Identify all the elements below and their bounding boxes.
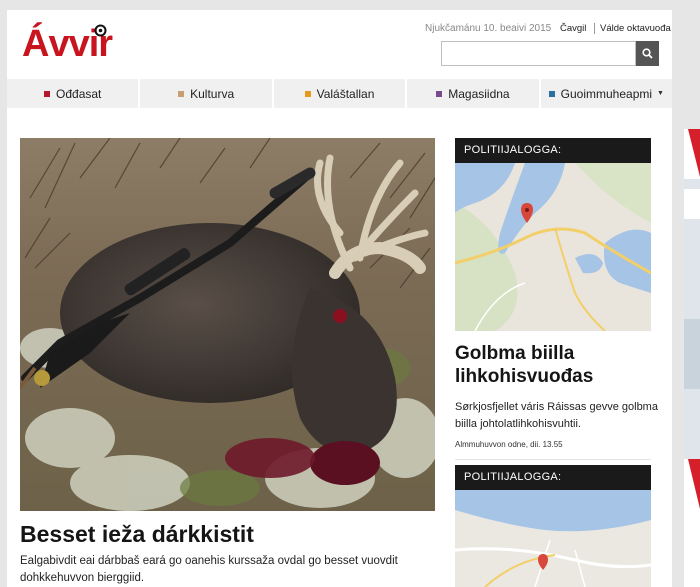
page: Ávvir Njukčamánu 10. beaivi 2015 Čavgil …	[7, 10, 672, 587]
nav-item-label: Guoimmuheapmi	[560, 86, 653, 101]
search-button[interactable]	[636, 41, 659, 66]
header-date: Njukčamánu 10. beaivi 2015	[425, 23, 552, 34]
nav-item-label: Kulturva	[190, 86, 235, 101]
chevron-down-icon: ▼	[657, 90, 664, 97]
nav-dot	[436, 90, 443, 97]
lead-story-summary: Ealgabivdit eai dárbbaš eará go oanehis …	[20, 555, 398, 584]
nav-dot	[304, 90, 311, 97]
nav-item-label: Magasiidna	[448, 86, 510, 101]
side-story-summary: Sørkjosfjellet váris Ráissas gevve golbm…	[455, 401, 658, 430]
search-icon	[642, 48, 653, 59]
side-story-title[interactable]: Golbma biilla lihkohisvuođas	[455, 342, 660, 388]
nav-item-sports[interactable]: Valáštallan	[274, 79, 408, 108]
nav-item-news[interactable]: Ođđasat	[7, 79, 141, 108]
lead-story-image[interactable]	[20, 138, 435, 511]
logo-mark-icon	[94, 24, 107, 37]
nav-dot	[548, 90, 555, 97]
lead-story-title[interactable]: Besset ieža dárkkistit	[20, 521, 254, 548]
side-story-category: POLITIIJALOGGA:	[455, 465, 651, 490]
nav-item-culture[interactable]: Kulturva	[140, 79, 274, 108]
ad-banner[interactable]	[684, 129, 700, 587]
moose-photo	[20, 138, 435, 511]
nav-item-magazine[interactable]: Magasiidna	[407, 79, 541, 108]
nav-item-entertainment[interactable]: Guoimmuheapmi ▼	[541, 79, 672, 108]
nav-item-label: Ođđasat	[56, 86, 102, 101]
subscribe-link[interactable]: Čavgil	[560, 23, 586, 34]
side-story-map-1[interactable]	[455, 163, 651, 331]
side-story-category: POLITIIJALOGGA:	[455, 138, 651, 163]
main-nav: Ođđasat Kulturva Valáštallan Magasiidna …	[7, 79, 672, 108]
map-image	[455, 490, 651, 587]
nav-item-label: Valáštallan	[316, 86, 375, 101]
side-story-timestamp: Almmuhuvvon odne, dii. 13.55	[455, 440, 563, 449]
nav-dot	[44, 90, 51, 97]
search-input[interactable]	[441, 41, 636, 66]
divider	[455, 459, 651, 460]
contact-link[interactable]: Válde oktavuođa	[594, 23, 671, 34]
map-image	[455, 163, 651, 331]
ad-image	[684, 129, 700, 587]
nav-dot	[178, 90, 185, 97]
side-story-map-2[interactable]	[455, 490, 651, 587]
